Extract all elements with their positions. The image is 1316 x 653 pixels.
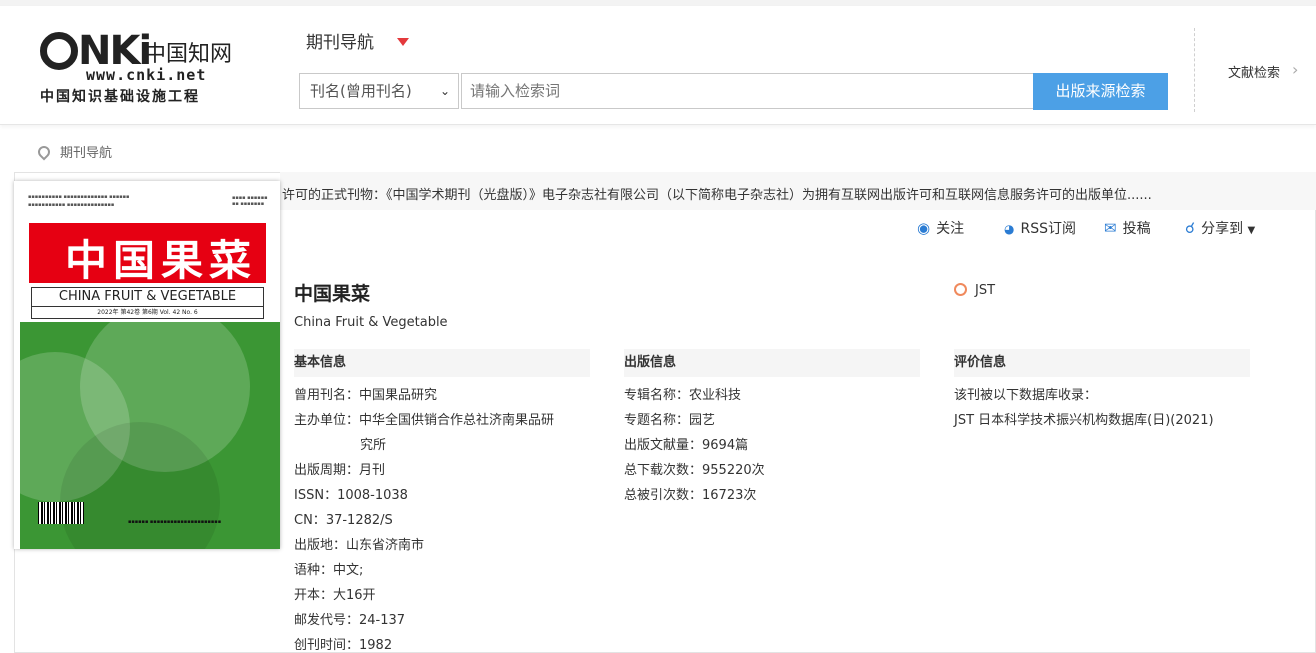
search-field-select[interactable]: 刊名(曾用刊名) ⌄ bbox=[299, 73, 459, 109]
info-value: 山东省济南市 bbox=[346, 538, 425, 553]
info-value: 9694篇 bbox=[702, 438, 749, 453]
section-evaluation-info: 评价信息 bbox=[954, 349, 1250, 377]
info-row: 语种：中文; bbox=[294, 559, 363, 578]
info-row: 主办单位：中华全国供销合作总社济南果品研 bbox=[294, 409, 554, 428]
section-publish-info: 出版信息 bbox=[624, 349, 920, 377]
search-input[interactable] bbox=[461, 73, 1034, 109]
envelope-icon: ✉ bbox=[1104, 219, 1117, 237]
info-row: 开本：大16开 bbox=[294, 584, 376, 603]
info-key: 开本： bbox=[294, 588, 334, 603]
chevron-down-icon: ⌄ bbox=[439, 84, 450, 98]
info-key: 出版文献量： bbox=[624, 438, 703, 453]
info-row: 出版文献量：9694篇 bbox=[624, 434, 748, 453]
info-key: 专辑名称： bbox=[624, 388, 690, 403]
cnki-logo[interactable]: NKi 中国知网 www.cnki.net 中国知识基础设施工程 bbox=[36, 28, 246, 108]
info-value: 月刊 bbox=[359, 463, 386, 478]
cover-issn-lines: ▪▪▪▪ ▪▪▪▪▪▪ ▪▪ ▪▪▪▪▪▪▪ bbox=[232, 195, 268, 207]
cnki-logo-subtitle: 中国知识基础设施工程 bbox=[40, 89, 200, 105]
info-key: 出版周期： bbox=[294, 463, 360, 478]
info-row: CN：37-1282/S bbox=[294, 509, 393, 528]
follow-button[interactable]: ◉ 关注 bbox=[917, 218, 964, 238]
info-value: 16723次 bbox=[702, 488, 757, 503]
info-value: 农业科技 bbox=[689, 388, 742, 403]
info-row: 创刊时间：1982 bbox=[294, 634, 392, 653]
header-divider bbox=[1194, 28, 1195, 112]
info-row: JST 日本科学技术振兴机构数据库(日)(2021) bbox=[954, 413, 1214, 428]
info-key: 总被引次数： bbox=[624, 488, 703, 503]
journal-cover-image: ▪▪▪▪▪▪▪▪▪▪ ▪▪▪▪▪▪▪▪▪▪▪▪▪ ▪▪▪▪▪▪ ▪▪▪▪▪▪▪▪▪… bbox=[14, 181, 280, 549]
source-search-button[interactable]: 出版来源检索 bbox=[1033, 73, 1168, 110]
jst-tag: JST bbox=[954, 283, 995, 298]
info-key: 曾用刊名： bbox=[294, 388, 360, 403]
info-key: 专题名称： bbox=[624, 413, 690, 428]
info-row: 专题名称：园艺 bbox=[624, 409, 715, 428]
info-row: 出版地：山东省济南市 bbox=[294, 534, 424, 553]
cover-title-banner: 中国果菜 bbox=[29, 223, 266, 285]
eye-icon: ◉ bbox=[917, 219, 931, 237]
cover-issue-line: 2022年 第42卷 第6期 Vol. 42 No. 6 bbox=[31, 307, 264, 319]
info-value: 究所 bbox=[360, 438, 387, 453]
info-value: 中国果品研究 bbox=[359, 388, 438, 403]
info-row: 曾用刊名：中国果品研究 bbox=[294, 384, 437, 403]
award-medal-icon bbox=[954, 283, 967, 296]
rss-icon: ◕ bbox=[1004, 222, 1015, 236]
notice-text: 许可的正式刊物：《中国学术期刊（光盘版）》电子杂志社有限公司（以下简称电子杂志社… bbox=[282, 188, 1152, 203]
info-key: 邮发代号： bbox=[294, 613, 360, 628]
location-pin-icon bbox=[35, 143, 53, 161]
journal-nav-dropdown[interactable]: 期刊导航 bbox=[306, 28, 374, 53]
info-key: ISSN： bbox=[294, 488, 338, 503]
info-key: CN： bbox=[294, 513, 326, 528]
breadcrumb-item[interactable]: 期刊导航 bbox=[60, 146, 112, 161]
journal-title: 中国果菜 bbox=[294, 283, 371, 305]
info-row: 总下载次数：955220次 bbox=[624, 459, 765, 478]
cnki-logo-cn-name: 中国知网 bbox=[144, 42, 233, 67]
info-row: 专辑名称：农业科技 bbox=[624, 384, 741, 403]
info-value: 中华全国供销合作总社济南果品研 bbox=[359, 413, 555, 428]
info-value: 大16开 bbox=[333, 588, 376, 603]
info-value: 955220次 bbox=[702, 463, 765, 478]
chevron-right-icon[interactable]: › bbox=[1292, 60, 1298, 79]
submit-button[interactable]: ✉ 投稿 bbox=[1104, 218, 1151, 238]
info-row: 究所 bbox=[360, 434, 386, 453]
info-value: 37-1282/S bbox=[325, 513, 393, 528]
info-value: 24-137 bbox=[359, 613, 406, 628]
info-row: 总被引次数：16723次 bbox=[624, 484, 756, 503]
caret-down-icon[interactable] bbox=[397, 38, 409, 46]
info-key: 创刊时间： bbox=[294, 638, 360, 653]
share-icon: ☌ bbox=[1185, 219, 1196, 237]
cnki-logo-url: www.cnki.net bbox=[86, 66, 207, 84]
breadcrumb: 期刊导航 bbox=[35, 142, 112, 161]
share-button[interactable]: ☌ 分享到 ▼ bbox=[1185, 218, 1255, 238]
info-value: 1982 bbox=[359, 638, 393, 653]
rss-button[interactable]: ◕ RSS订阅 bbox=[1004, 218, 1076, 238]
info-value: 园艺 bbox=[689, 413, 716, 428]
cover-header-lines: ▪▪▪▪▪▪▪▪▪▪ ▪▪▪▪▪▪▪▪▪▪▪▪▪ ▪▪▪▪▪▪ ▪▪▪▪▪▪▪▪▪… bbox=[28, 194, 130, 208]
info-key: 总下载次数： bbox=[624, 463, 703, 478]
info-row: ISSN：1008-1038 bbox=[294, 484, 408, 503]
search-field-select-value: 刊名(曾用刊名) bbox=[310, 82, 412, 100]
cover-publisher-line: ▪▪▪▪▪▪ ▪▪▪▪▪▪▪▪▪▪▪▪▪▪▪▪▪▪▪▪▪ bbox=[128, 519, 222, 525]
info-value: 中文; bbox=[333, 563, 364, 578]
info-row: 该刊被以下数据库收录： bbox=[954, 388, 1098, 403]
info-row: 出版周期：月刊 bbox=[294, 459, 385, 478]
site-header: NKi 中国知网 www.cnki.net 中国知识基础设施工程 期刊导航 刊名… bbox=[0, 6, 1316, 125]
info-key: 语种： bbox=[294, 563, 334, 578]
caret-down-icon: ▼ bbox=[1247, 225, 1256, 236]
literature-search-link[interactable]: 文献检索 bbox=[1228, 62, 1280, 81]
info-key: 出版地： bbox=[294, 538, 347, 553]
cover-barcode bbox=[38, 502, 84, 524]
info-value: 1008-1038 bbox=[337, 488, 408, 503]
info-row: 邮发代号：24-137 bbox=[294, 609, 405, 628]
section-basic-info: 基本信息 bbox=[294, 349, 590, 377]
info-key: 主办单位： bbox=[294, 413, 360, 428]
cover-english-title: CHINA FRUIT & VEGETABLE bbox=[31, 287, 264, 307]
journal-english-title: China Fruit & Vegetable bbox=[294, 315, 448, 330]
